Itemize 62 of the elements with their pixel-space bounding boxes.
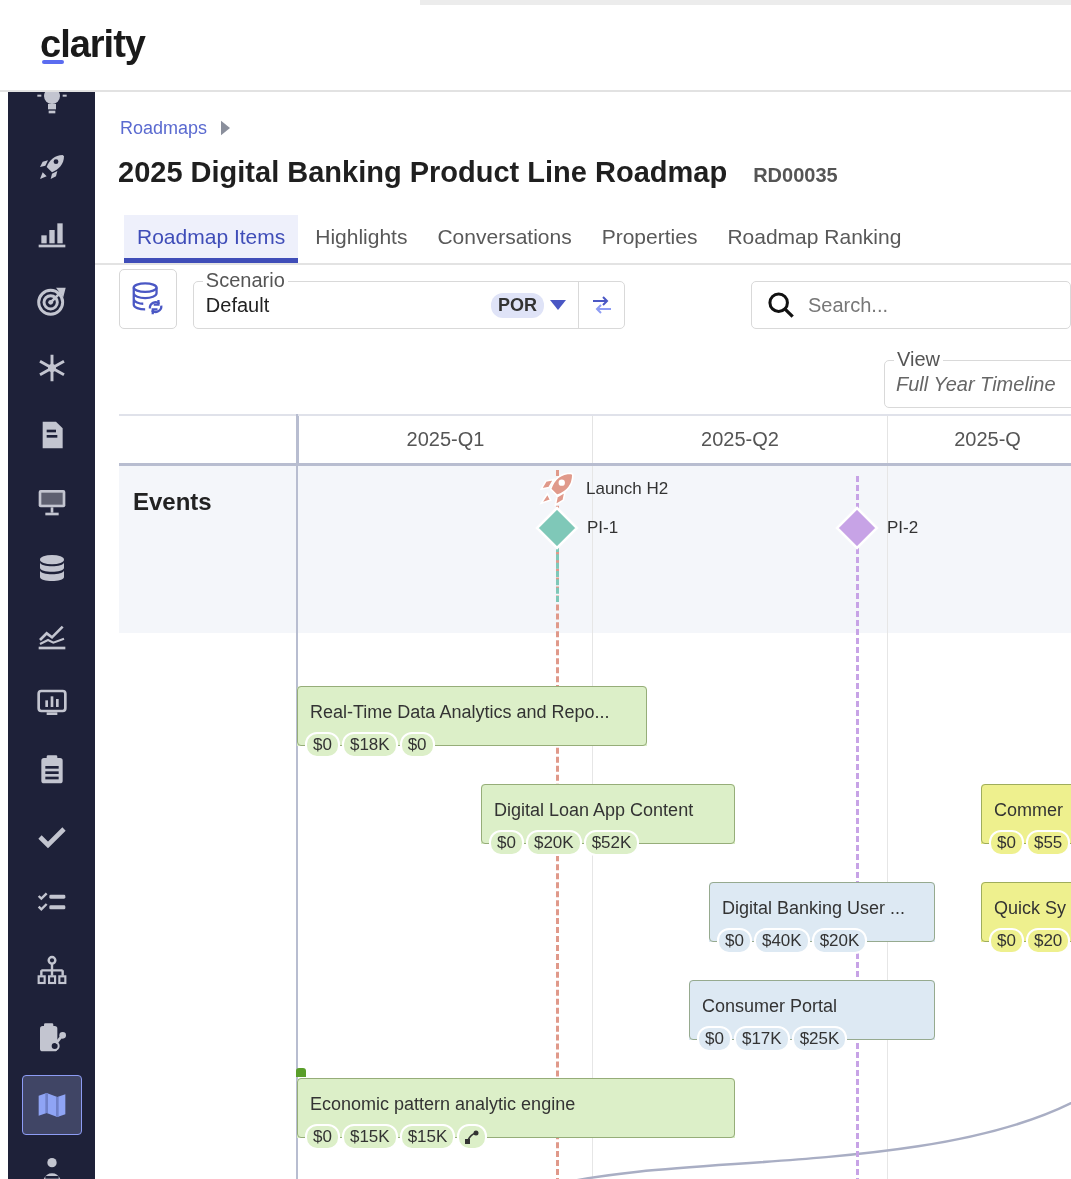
selected-value: Full Year Timeline xyxy=(896,372,1056,396)
event-label: Launch H2 xyxy=(586,479,669,499)
cost-chip: $0 xyxy=(989,830,1024,856)
item-title: Economic pattern analytic engine xyxy=(310,1094,576,1115)
cost-chip: $25K xyxy=(791,1026,848,1052)
cost-chip: $0 xyxy=(989,928,1024,954)
target-icon xyxy=(35,285,68,317)
refresh-data-button[interactable] xyxy=(119,269,177,329)
cost-chip: $0 xyxy=(489,830,524,856)
cost-chip: $18K xyxy=(341,732,398,758)
item-title: Commer xyxy=(994,800,1063,821)
caret-right-icon xyxy=(221,120,231,136)
cost-chip: $15K xyxy=(341,1124,398,1150)
cost-chip: $0 xyxy=(305,732,340,758)
cost-chip: $0 xyxy=(717,928,752,954)
sidebar-item[interactable] xyxy=(21,1075,82,1135)
hierarchy-icon xyxy=(35,955,68,987)
item-title: Quick Sy xyxy=(994,898,1067,919)
tab[interactable]: Roadmap Items xyxy=(124,215,299,263)
cost-chip: $0 xyxy=(305,1124,340,1150)
cost-chip: $55 xyxy=(1025,830,1071,856)
cost-chip: $15K xyxy=(399,1124,456,1150)
roadmap-id: RD00035 xyxy=(753,164,838,187)
cost-chip: $0 xyxy=(697,1026,732,1052)
event-label: PI-1 xyxy=(587,518,619,538)
cost-chip: $40K xyxy=(753,928,810,954)
search-field[interactable]: Search... xyxy=(751,281,1071,329)
cost-chip: $0 xyxy=(399,732,435,758)
roadmap-item-bar[interactable]: Real-Time Data Analytics and Repo... $0 $18K $0 xyxy=(297,686,647,758)
item-title: Digital Banking User ... xyxy=(722,898,906,919)
search-icon xyxy=(767,291,795,319)
connector-icon xyxy=(465,1130,480,1144)
cost-chip: $17K xyxy=(733,1026,790,1052)
tab[interactable]: Conversations xyxy=(424,215,585,263)
tab[interactable]: Highlights xyxy=(302,215,421,263)
quarter-header: 2025-Q xyxy=(887,416,1071,463)
cost-chip: $20K xyxy=(811,928,868,954)
dependency-chip[interactable] xyxy=(457,1124,488,1150)
lightbulb-icon xyxy=(35,92,68,116)
quarter-header: 2025-Q2 xyxy=(592,416,887,463)
page-title: 2025 Digital Banking Product Line Roadmap xyxy=(118,156,728,189)
roadmap-item-bar[interactable]: Consumer Portal $0 $17K $25K xyxy=(689,980,935,1052)
item-title: Digital Loan App Content xyxy=(494,800,694,821)
roadmap-item-bar[interactable]: Digital Banking User ... $0 $40K $20K xyxy=(709,882,935,954)
caret-down-icon xyxy=(550,300,566,310)
event-label: PI-2 xyxy=(887,518,919,538)
swap-arrows-icon xyxy=(591,294,613,316)
quarter-header: 2025-Q1 xyxy=(297,416,592,463)
breadcrumb-link[interactable]: Roadmaps xyxy=(120,117,208,139)
cost-chip: $20K xyxy=(525,830,582,856)
item-title: Consumer Portal xyxy=(702,996,838,1017)
selected-value: Default xyxy=(205,293,271,317)
cost-chip: $20 xyxy=(1025,928,1071,954)
cost-chip: $52K xyxy=(583,830,640,856)
status-badge: POR xyxy=(491,292,544,318)
roadmap-item-bar[interactable]: Digital Loan App Content $0 $20K $52K xyxy=(481,784,735,856)
scenario-dropdown[interactable]: Scenario Default POR xyxy=(192,269,625,329)
tab[interactable]: Properties xyxy=(588,215,711,263)
row-label: Events xyxy=(133,488,212,516)
tab[interactable]: Roadmap Ranking xyxy=(714,215,915,263)
item-title: Real-Time Data Analytics and Repo... xyxy=(310,702,610,723)
logo: clarity xyxy=(40,22,145,67)
